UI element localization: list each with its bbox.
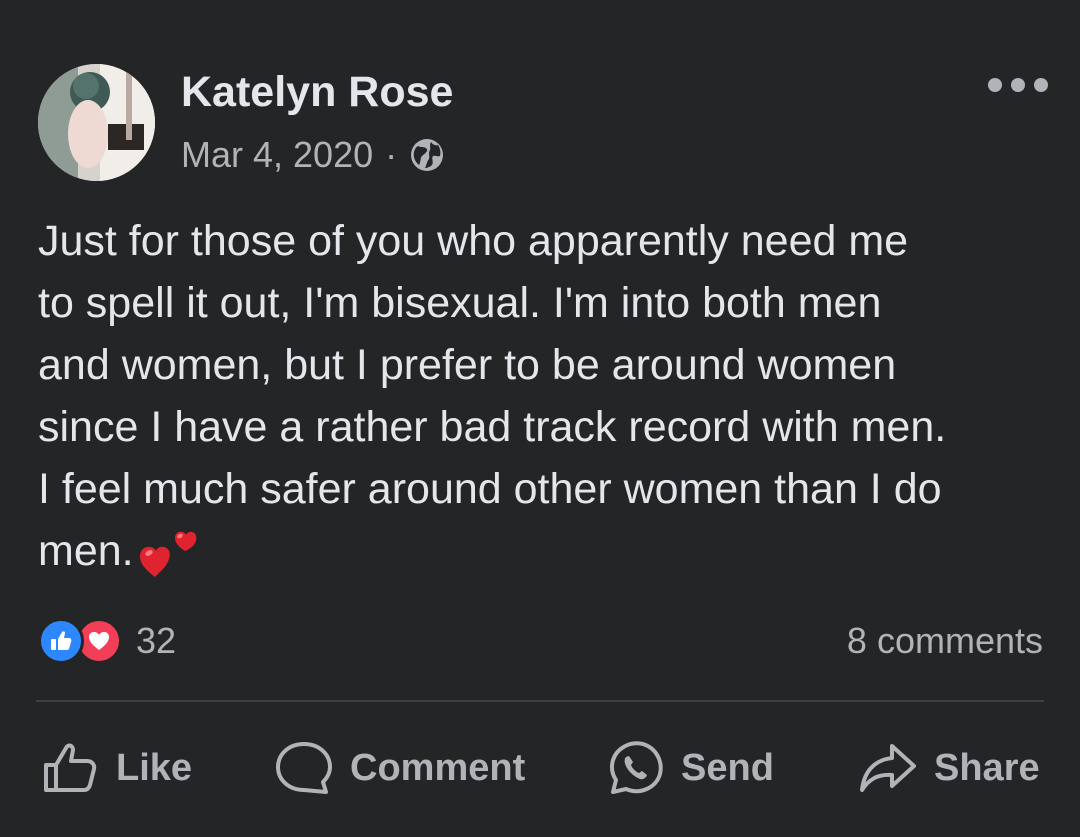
comment-button[interactable]: Comment	[274, 738, 525, 798]
reaction-count: 32	[136, 620, 177, 661]
avatar[interactable]	[38, 64, 155, 181]
share-arrow-icon	[860, 744, 916, 792]
share-button[interactable]: Share	[858, 738, 1040, 798]
post-card: Katelyn Rose Mar 4, 2020 · Just for thos…	[0, 0, 1080, 837]
comment-bubble-icon	[276, 742, 332, 794]
post-text: Just for those of you who apparently nee…	[38, 210, 1048, 583]
post-text-line: men.	[38, 527, 134, 575]
more-dot-icon	[1011, 78, 1025, 92]
more-options-button[interactable]	[988, 70, 1048, 100]
like-button[interactable]: Like	[40, 738, 192, 798]
send-button[interactable]: Send	[605, 738, 774, 798]
more-dot-icon	[1034, 78, 1048, 92]
post-text-last-line: men.	[38, 520, 1048, 583]
share-label: Share	[934, 746, 1040, 789]
whatsapp-icon	[610, 741, 663, 794]
post-date[interactable]: Mar 4, 2020	[181, 134, 373, 176]
more-dot-icon	[988, 78, 1002, 92]
meta-separator: ·	[385, 134, 398, 175]
thumbs-up-icon	[44, 743, 97, 792]
divider	[36, 700, 1044, 702]
globe-icon[interactable]	[409, 137, 445, 173]
post-text-line: and women, but I prefer to be around wom…	[38, 341, 897, 389]
comment-count-link[interactable]: 8 comments	[847, 620, 1043, 662]
like-label: Like	[116, 746, 193, 789]
two-hearts-emoji	[139, 531, 196, 577]
send-label: Send	[681, 746, 774, 789]
author-name[interactable]: Katelyn Rose	[181, 68, 453, 117]
comment-label: Comment	[350, 746, 526, 789]
like-reaction-icon	[38, 618, 84, 664]
post-text-line: I feel much safer around other women tha…	[38, 465, 942, 513]
post-text-line: since I have a rather bad track record w…	[38, 403, 947, 451]
post-text-line: to spell it out, I'm bisexual. I'm into …	[38, 279, 882, 327]
post-meta: Mar 4, 2020 ·	[181, 134, 445, 176]
reactions-summary[interactable]: 32	[38, 618, 176, 664]
profile-photo	[38, 64, 155, 181]
post-text-line: Just for those of you who apparently nee…	[38, 217, 909, 265]
